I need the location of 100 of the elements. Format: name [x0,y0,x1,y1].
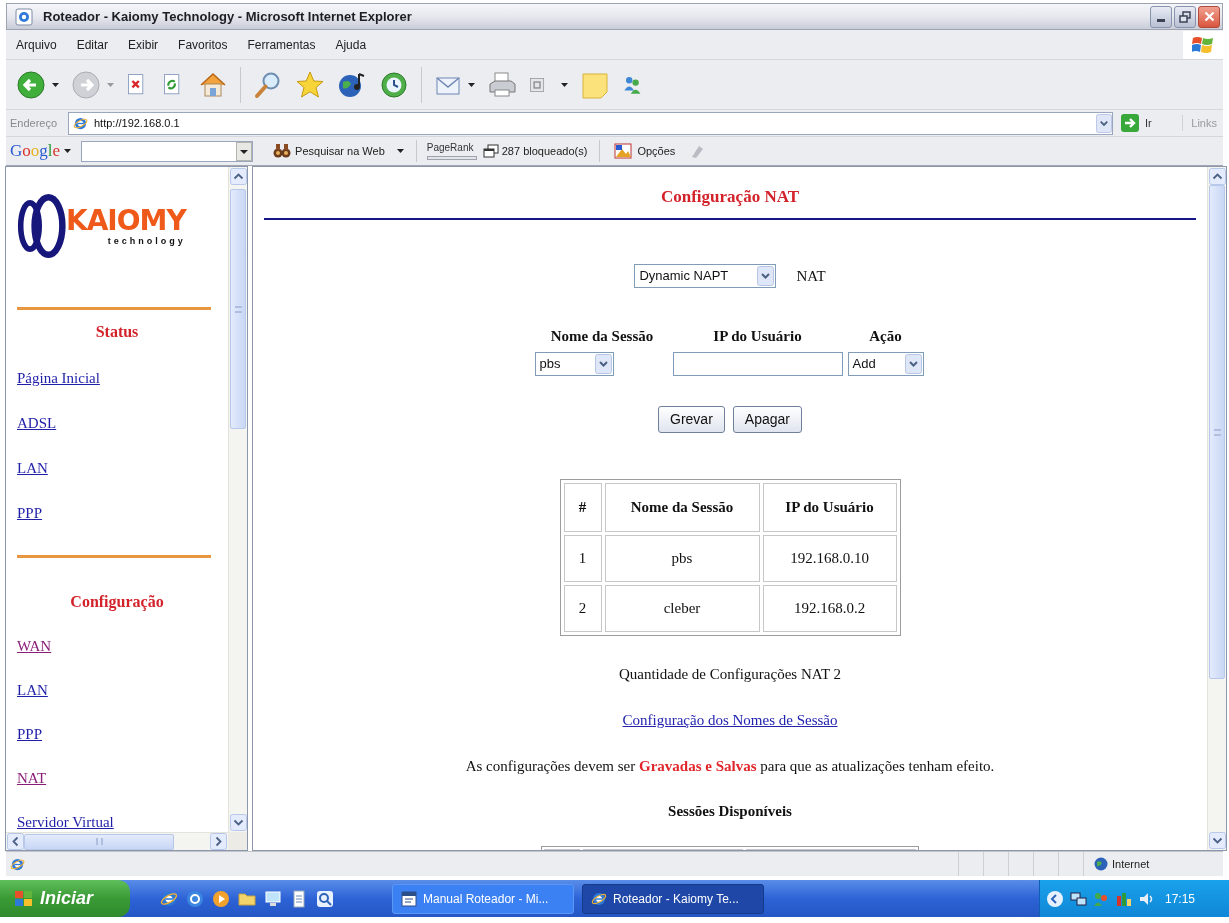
document-icon [401,890,417,907]
double-ring-logo-icon [17,192,67,260]
sidebar-link[interactable]: ADSL [17,414,57,432]
address-field[interactable]: http://192.168.0.1 [68,111,1113,135]
table-cell: 1 [563,535,602,582]
popup-blocker-button[interactable]: 287 bloqueado(s) [482,142,588,160]
scroll-left-button[interactable] [7,833,24,850]
menu-item[interactable]: Arquivo [16,35,57,54]
form-button[interactable]: Apagar [732,406,802,433]
nat-label: NAT [796,266,826,286]
form-button[interactable]: Grevar [658,406,725,433]
sidebar-link[interactable]: LAN [17,459,48,477]
sidebar-link[interactable]: WAN [17,637,52,655]
scrollbar-thumb[interactable] [1209,185,1225,679]
picture-icon [614,143,633,159]
browser-icon [160,889,178,908]
restore-button[interactable] [1174,5,1196,28]
browser-icon [591,890,607,907]
caret-icon [561,82,568,87]
sidebar-link[interactable]: PPP [17,725,43,743]
google-logo-button[interactable]: Google [10,138,72,164]
sidebar-link[interactable]: Página Inicial [17,369,100,387]
taskbar-button[interactable]: Manual Roteador - Mi... [392,883,574,914]
sidebar-link[interactable]: LAN [17,681,48,699]
star-icon [295,69,325,100]
highlighter-icon [689,143,706,159]
field-label: Ação [869,327,902,345]
sidebar-link[interactable]: PPP [17,504,43,522]
play-icon[interactable] [212,889,230,908]
notice-text: As configurações devem ser Gravadas e Salvas para que as atualizações tenham efeito. [465,757,995,775]
globe-icon [1094,857,1108,871]
close-icon [1203,11,1215,22]
ip-input-field[interactable] [672,352,843,376]
session-names-link[interactable]: Configuração dos Nomes de Sessão [622,711,838,729]
config-count-text: Quantidade de Configurações NAT 2 [618,665,842,683]
table-cell: 192.168.0.2 [762,585,897,632]
table-cell: pbs [604,535,760,582]
scrollbar-thumb[interactable] [24,833,174,850]
scrollbar-thumb[interactable] [230,189,246,429]
minimize-icon [1157,18,1165,22]
window-title: Roteador - Kaiomy Technology - Microsoft Internet Explorer [43,7,412,26]
windows-flag-icon [14,889,34,908]
google-search-field[interactable] [81,140,254,162]
two-screens-icon[interactable] [1069,889,1087,908]
vertical-scrollbar[interactable] [228,167,247,832]
table-cell: cleber [604,585,760,632]
pagerank-button[interactable]: PageRank [426,142,477,160]
ring-icon[interactable] [186,889,204,908]
printer-icon [487,69,517,100]
clock-text: 17:15 [1165,890,1196,908]
menu-item[interactable]: Ferramentas [247,35,316,54]
options-button[interactable]: Opções [614,142,676,160]
windows-flag-icon [1192,34,1214,55]
menu-item[interactable]: Ajuda [335,35,367,54]
caret-icon [107,82,114,87]
browser-icon [73,115,88,131]
caret-icon [52,82,59,87]
close-button[interactable] [1198,5,1220,28]
caret-icon [468,82,475,87]
nat-mode-select[interactable]: Dynamic NAPT [634,264,777,288]
sidebar-link[interactable]: Servidor Virtual [17,813,114,831]
web-search-button[interactable]: Pesquisar na Web [273,142,385,160]
column-header: # [563,483,602,532]
start-button[interactable]: Iniciar [0,880,130,917]
browser-page-icon [15,7,33,26]
scroll-right-button[interactable] [210,833,227,850]
scroll-up-button[interactable] [229,168,247,185]
action-select[interactable]: Add [847,352,924,376]
menu-item[interactable]: Editar [76,35,109,54]
scroll-down-button[interactable] [1208,832,1226,849]
scroll-down-button[interactable] [229,814,247,831]
section-heading: Configuração [70,592,164,612]
restore-icon [1179,10,1191,23]
column-header: Nome da Sessão [604,483,760,532]
windows-stack-icon [482,144,499,158]
sidebar-link[interactable]: NAT [17,769,47,787]
back-button[interactable] [16,69,59,100]
chevron-left-icon[interactable] [1046,889,1064,908]
vertical-scrollbar[interactable] [1207,167,1226,850]
logo-wordmark: KAIOMY [66,206,186,236]
search-icon[interactable] [316,889,334,908]
page-title: Configuração NAT [660,187,799,207]
horizontal-scrollbar[interactable] [6,832,228,850]
computer-icon[interactable] [264,889,282,908]
section-heading: Status [95,322,139,342]
caret-icon [64,149,72,153]
scroll-up-button[interactable] [1208,168,1226,185]
session-select[interactable]: pbs [534,352,614,376]
document-icon[interactable] [290,889,308,908]
menu-item[interactable]: Favoritos [178,35,228,54]
section-heading: Sessões Disponíveis [668,802,792,820]
binoculars-icon [273,143,292,159]
minimize-button[interactable] [1150,5,1172,28]
menu-item[interactable]: Exibir [128,35,159,54]
clock-icon [379,69,409,100]
taskbar-button[interactable]: Roteador - Kaiomy Te... [582,883,764,914]
print-button[interactable] [487,69,517,100]
history-button[interactable] [379,69,409,100]
table-cell: 192.168.0.10 [762,535,897,582]
go-button[interactable]: Ir [1121,114,1152,132]
